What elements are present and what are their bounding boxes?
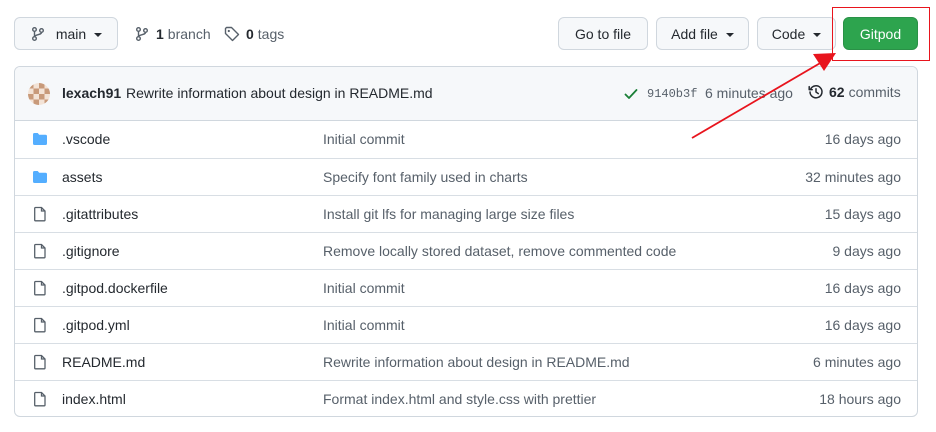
commits-label: commits <box>848 84 901 100</box>
commit-message-link[interactable]: Rewrite information about design in READ… <box>323 344 630 380</box>
branch-selector-button[interactable]: main <box>14 17 118 50</box>
avatar[interactable] <box>28 83 50 105</box>
commit-message-link[interactable]: Initial commit <box>323 307 405 343</box>
file-name-link[interactable]: .vscode <box>62 121 110 157</box>
table-row[interactable]: assets Specify font family used in charts… <box>15 158 917 195</box>
commit-age: 9 days ago <box>832 243 902 259</box>
tag-count: 0 <box>246 26 254 42</box>
commit-message-link[interactable]: Format index.html and style.css with pre… <box>323 381 596 416</box>
commit-age: 6 minutes ago <box>705 85 793 101</box>
commit-message-link[interactable]: Specify font family used in charts <box>323 159 528 195</box>
file-browser: lexach91 Rewrite information about desig… <box>14 66 918 417</box>
commit-message-link[interactable]: Remove locally stored dataset, remove co… <box>323 233 676 269</box>
add-file-button[interactable]: Add file <box>656 17 749 50</box>
file-name-link[interactable]: assets <box>62 159 102 195</box>
check-icon <box>623 86 639 102</box>
branch-name: main <box>55 25 87 42</box>
table-row[interactable]: .gitpod.dockerfile Initial commit 16 days … <box>15 269 917 306</box>
table-row[interactable]: .gitignore Remove locally stored dataset,… <box>15 232 917 269</box>
commit-message[interactable]: Rewrite information about design in READ… <box>126 85 433 101</box>
table-row[interactable]: .vscode Initial commit 16 days ago <box>15 121 917 158</box>
add-file-label: Add file <box>671 25 718 42</box>
go-to-file-button[interactable]: Go to file <box>558 17 648 50</box>
file-icon <box>29 196 51 232</box>
table-row[interactable]: README.md Rewrite information about desig… <box>15 343 917 380</box>
latest-commit-bar: lexach91 Rewrite information about desig… <box>15 67 917 121</box>
commits-link[interactable]: 62 commits <box>808 84 901 100</box>
commit-age: 32 minutes ago <box>805 169 901 185</box>
file-icon <box>29 233 51 269</box>
history-icon <box>808 84 824 100</box>
commit-age: 18 hours ago <box>819 391 901 407</box>
commit-message-link[interactable]: Initial commit <box>323 121 405 157</box>
commit-message-link[interactable]: Initial commit <box>323 270 405 306</box>
go-to-file-label: Go to file <box>574 25 632 42</box>
git-branch-icon <box>134 26 150 42</box>
folder-icon <box>29 159 51 195</box>
code-button[interactable]: Code <box>757 17 836 50</box>
commit-age: 16 days ago <box>824 280 901 296</box>
table-row[interactable]: index.html Format index.html and style.cs… <box>15 380 917 416</box>
branch-count: 1 <box>156 26 164 42</box>
commit-age: 15 days ago <box>824 206 901 222</box>
file-icon <box>29 344 51 380</box>
tag-icon <box>224 26 240 42</box>
table-row[interactable]: .gitattributes Install git lfs for managi… <box>15 195 917 232</box>
code-label: Code <box>771 25 806 42</box>
file-list: .vscode Initial commit 16 days ago assets Sp… <box>15 121 917 416</box>
chevron-down-icon <box>725 32 734 37</box>
tag-label: tags <box>257 26 285 42</box>
file-icon <box>29 307 51 343</box>
file-name-link[interactable]: .gitpod.yml <box>62 307 130 343</box>
file-name-link[interactable]: .gitattributes <box>62 196 138 232</box>
commit-age: 16 days ago <box>824 317 901 333</box>
file-icon <box>29 270 51 306</box>
commit-sha[interactable]: 9140b3f <box>647 87 697 101</box>
branches-link[interactable]: 1 branch <box>134 24 211 44</box>
chevron-down-icon <box>94 32 103 37</box>
folder-icon <box>29 121 51 157</box>
commits-count: 62 <box>829 84 845 100</box>
file-name-link[interactable]: .gitignore <box>62 233 120 269</box>
tags-link[interactable]: 0 tags <box>224 24 284 44</box>
commit-age: 16 days ago <box>824 131 901 147</box>
file-icon <box>29 381 51 416</box>
branch-label: branch <box>167 26 211 42</box>
file-name-link[interactable]: README.md <box>62 344 145 380</box>
commit-age: 6 minutes ago <box>813 354 901 370</box>
git-branch-icon <box>30 26 46 42</box>
highlight-box <box>832 7 930 61</box>
table-row[interactable]: .gitpod.yml Initial commit 16 days ago <box>15 306 917 343</box>
file-name-link[interactable]: index.html <box>62 381 126 416</box>
commit-author[interactable]: lexach91 <box>62 85 121 101</box>
chevron-down-icon <box>813 32 822 37</box>
commit-message-link[interactable]: Install git lfs for managing large size … <box>323 196 574 232</box>
file-name-link[interactable]: .gitpod.dockerfile <box>62 270 168 306</box>
